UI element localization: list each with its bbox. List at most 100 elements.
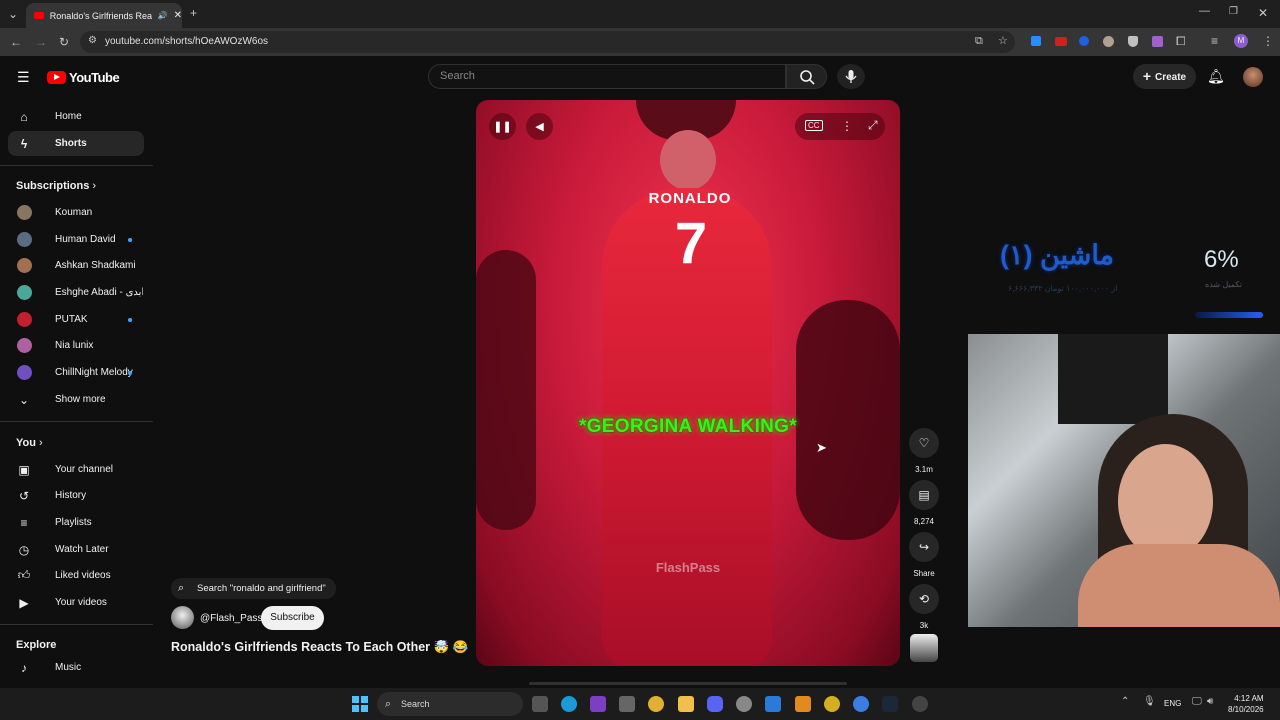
media-controls-icon[interactable]: ≡	[1211, 35, 1218, 47]
reload-icon[interactable]: ↻	[59, 36, 69, 48]
tray-mic-icon[interactable]: 🎙︎	[1143, 697, 1156, 707]
like-button[interactable]: ♡ 3.1m	[909, 428, 939, 474]
comments-button[interactable]: ▤ 8,274	[909, 480, 939, 526]
fullscreen-icon[interactable]: ⤢	[868, 118, 878, 133]
sidebar-item-music[interactable]: ♪ Music	[8, 655, 144, 680]
extension-2-icon[interactable]	[1055, 37, 1067, 46]
tab-list-icon[interactable]: ⌄	[8, 8, 18, 20]
channel-avatar[interactable]	[171, 606, 194, 629]
notifications-bell-icon[interactable]: 🔔︎	[1207, 69, 1225, 83]
sidebar-item-label: Watch Later	[55, 544, 109, 555]
video-caption: *GEORGINA WALKING*	[579, 416, 797, 437]
install-app-icon[interactable]: ⧉	[975, 36, 983, 47]
sidebar-item-subscription[interactable]: Eshghe Abadi - عشق ابدی	[8, 280, 144, 305]
sidebar-item-playlists[interactable]: ≡ Playlists	[8, 510, 144, 535]
new-tab-icon[interactable]: +	[190, 7, 197, 19]
task-view-icon[interactable]	[532, 696, 548, 712]
video-progress-bar[interactable]	[529, 682, 847, 685]
sidebar-item-subscription[interactable]: Ashkan Shadkami	[8, 253, 144, 278]
person-shoulders	[1078, 544, 1280, 627]
restore-icon[interactable]: ❐	[1229, 7, 1238, 17]
subscribe-button[interactable]: Subscribe	[261, 606, 324, 630]
volume-button[interactable]: ◀	[526, 113, 553, 140]
sidebar-item-subscription[interactable]: PUTAK	[8, 307, 144, 332]
app-coin-icon[interactable]	[824, 696, 840, 712]
browser-menu-icon[interactable]: ⋮	[1262, 35, 1274, 47]
app-checklist-icon[interactable]	[765, 696, 781, 712]
search-suggestion-chip[interactable]: ⌕ Search "ronaldo and girlfriend"	[171, 578, 336, 599]
show-more-button[interactable]: ⌄ Show more	[8, 387, 144, 412]
guide-menu-icon[interactable]: ☰	[17, 70, 30, 84]
site-info-icon[interactable]: ⚙	[88, 36, 97, 46]
tray-chevron-icon[interactable]: ⌃	[1121, 697, 1129, 707]
extension-4-icon[interactable]	[1103, 36, 1114, 47]
browser-tab[interactable]: Ronaldo's Girlfriends Reacts 🔊 ✕	[26, 3, 182, 28]
youtube-logo[interactable]: YouTube	[47, 70, 120, 85]
edge-browser-icon[interactable]	[561, 696, 577, 712]
discord-icon[interactable]	[707, 696, 723, 712]
system-clock[interactable]: 4:12 AM 8/10/2026	[1228, 693, 1264, 715]
back-icon[interactable]: ←	[10, 36, 22, 48]
channel-avatar	[17, 365, 32, 380]
extension-6-icon[interactable]	[1152, 36, 1163, 47]
extension-3-icon[interactable]	[1079, 36, 1089, 46]
app-blue-icon[interactable]	[853, 696, 869, 712]
network-icon[interactable]: 🖵︎	[1192, 697, 1202, 707]
sidebar-item-subscription[interactable]: Nia lunix	[8, 333, 144, 358]
more-options-icon[interactable]: ⋮	[841, 119, 853, 133]
chrome-browser-icon[interactable]	[648, 696, 664, 712]
app-settings-icon[interactable]	[619, 696, 635, 712]
forward-icon[interactable]: →	[35, 36, 47, 48]
sidebar-item-subscription[interactable]: ChillNight Melody	[8, 360, 144, 385]
app-gear-icon[interactable]	[736, 696, 752, 712]
language-indicator[interactable]: ENG	[1164, 699, 1181, 708]
you-heading[interactable]: You ›	[16, 437, 43, 449]
steam-icon[interactable]	[882, 696, 898, 712]
extension-5-icon[interactable]	[1128, 36, 1138, 47]
donation-goal-percent-label: تکمیل شده	[1205, 280, 1243, 289]
app-m-icon[interactable]	[795, 696, 811, 712]
share-icon: ↪	[909, 532, 939, 562]
sidebar-item-watch-later[interactable]: ◷ Watch Later	[8, 537, 144, 562]
windows-start-icon[interactable]	[352, 696, 368, 712]
audience-silhouette	[476, 250, 536, 530]
channel-handle[interactable]: @Flash_Pass	[200, 613, 262, 624]
extension-1-icon[interactable]	[1031, 36, 1041, 46]
sidebar-item-your-videos[interactable]: ▶ Your videos	[8, 590, 144, 615]
captions-icon[interactable]: CC	[805, 120, 823, 131]
profile-avatar-icon[interactable]: M	[1234, 34, 1248, 48]
clock-date: 8/10/2026	[1228, 705, 1264, 714]
sidebar-item-subscription[interactable]: Kouman	[8, 200, 144, 225]
minimize-icon[interactable]: —	[1199, 6, 1210, 17]
remix-button[interactable]: ⟲ 3k	[909, 584, 939, 630]
url-field[interactable]: ⚙ youtube.com/shorts/hOeAWOzW6os ⧉ ☆	[80, 31, 1015, 53]
account-avatar[interactable]	[1243, 67, 1263, 87]
file-explorer-icon[interactable]	[678, 696, 694, 712]
tab-audio-icon[interactable]: 🔊	[158, 11, 168, 20]
extensions-puzzle-icon[interactable]: ⧠	[1176, 35, 1186, 47]
sidebar-item-home[interactable]: ⌂ Home	[8, 104, 144, 129]
share-button[interactable]: ↪ Share	[909, 532, 939, 578]
sidebar-item-liked-videos[interactable]: 👍︎ Liked videos	[8, 563, 144, 588]
search-input[interactable]: Search	[428, 64, 786, 89]
window-close-icon[interactable]: ✕	[1258, 7, 1268, 19]
volume-icon[interactable]: 🔊︎	[1207, 697, 1213, 707]
subscriptions-heading[interactable]: Subscriptions ›	[16, 180, 96, 192]
create-button[interactable]: + Create	[1133, 64, 1196, 89]
media-player-icon[interactable]	[912, 696, 928, 712]
sidebar-item-shorts[interactable]: ϟ Shorts	[8, 131, 144, 156]
taskbar-search[interactable]: ⌕ Search	[377, 692, 523, 716]
voice-search-button[interactable]	[837, 64, 865, 89]
search-button[interactable]	[786, 64, 827, 89]
sidebar-item-history[interactable]: ↺ History	[8, 483, 144, 508]
audio-track-thumbnail[interactable]	[910, 634, 938, 662]
app-r-icon[interactable]	[590, 696, 606, 712]
sidebar-item-your-channel[interactable]: ▣ Your channel	[8, 457, 144, 482]
sidebar-item-subscription[interactable]: Human David	[8, 227, 144, 252]
pause-button[interactable]: ❚❚	[489, 113, 516, 140]
jersey-name: RONALDO	[648, 190, 732, 207]
channel-avatar	[17, 205, 32, 220]
bookmark-star-icon[interactable]: ☆	[998, 36, 1008, 47]
shorts-video-player[interactable]: RONALDO 7 ❚❚ ◀ CC ⋮ ⤢ *GEORGINA WALKING*…	[476, 100, 900, 666]
tab-close-icon[interactable]: ✕	[174, 10, 182, 21]
